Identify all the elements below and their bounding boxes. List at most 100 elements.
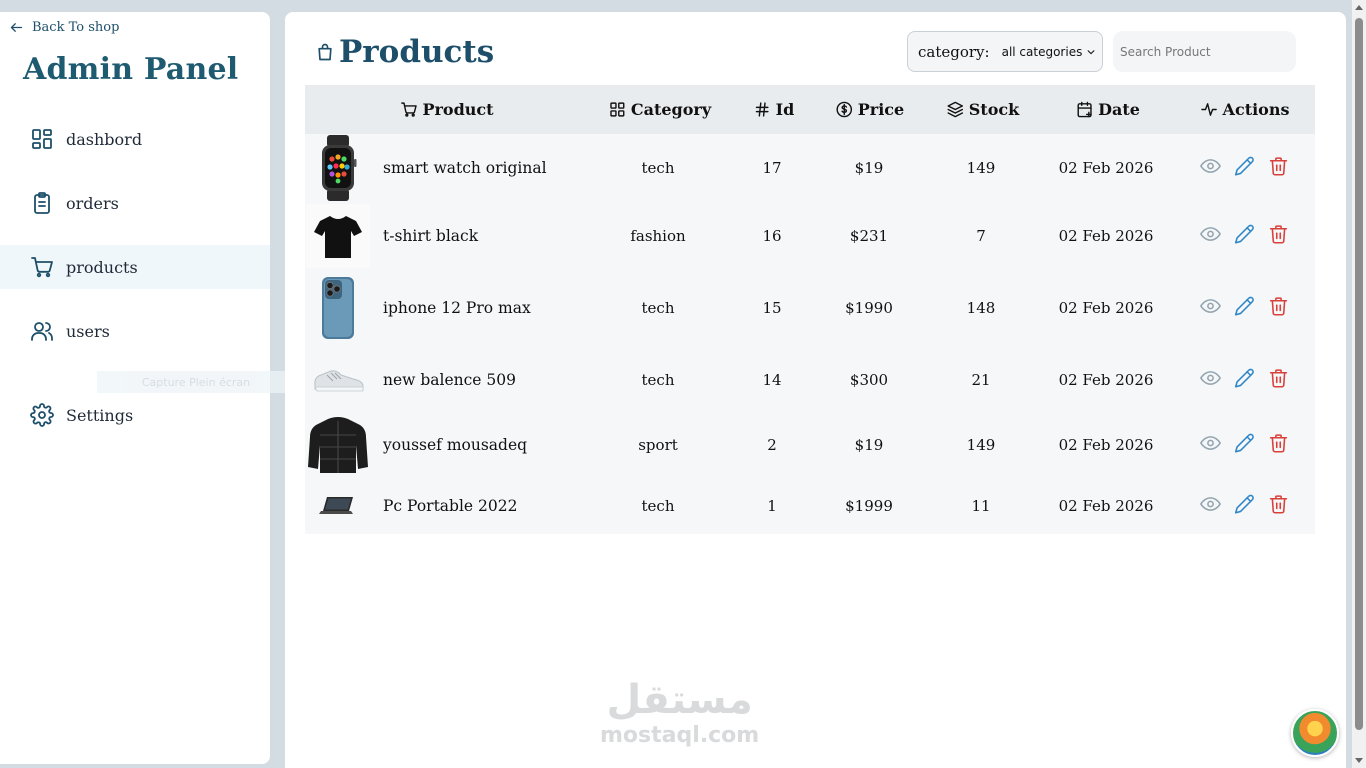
product-name: youssef mousadeq [383, 436, 528, 454]
pencil-icon [1234, 368, 1254, 388]
column-header-price[interactable]: Price [836, 85, 904, 134]
dollar-circle-icon [836, 101, 853, 118]
table-body: smart watch original tech 17 $19 149 02 … [305, 134, 1315, 534]
table-row[interactable]: smart watch original tech 17 $19 149 02 … [305, 134, 1315, 202]
column-header-stock[interactable]: Stock [947, 85, 1019, 134]
product-date: 02 Feb 2026 [1058, 436, 1154, 454]
product-id: 17 [762, 159, 782, 177]
back-to-shop-label: Back To shop [32, 20, 120, 35]
view-button[interactable] [1200, 493, 1221, 518]
sidebar-item-products[interactable]: products [0, 245, 270, 289]
delete-button[interactable] [1268, 156, 1289, 181]
product-stock: 149 [966, 159, 996, 177]
cart-icon [31, 257, 53, 278]
edit-button[interactable] [1234, 223, 1255, 248]
edit-button[interactable] [1234, 156, 1255, 181]
edit-button[interactable] [1234, 295, 1255, 320]
edit-button[interactable] [1234, 433, 1255, 458]
trash-icon [1269, 157, 1288, 176]
back-to-shop-link[interactable]: Back To shop [9, 20, 119, 35]
sidebar-item-orders[interactable]: orders [0, 181, 270, 225]
search-input[interactable] [1113, 31, 1296, 72]
category-select-value: all categories [1001, 44, 1083, 59]
view-button[interactable] [1200, 433, 1221, 458]
table-row[interactable]: t-shirt black fashion 16 $231 7 02 Feb 2… [305, 202, 1315, 269]
watermark-latin: mostaql.com [600, 723, 760, 748]
row-actions [1200, 367, 1289, 392]
scrollbar-thumb[interactable] [1355, 18, 1363, 730]
clipboard-icon [34, 192, 50, 214]
cart-icon [401, 102, 417, 117]
table-row[interactable]: new balence 509 tech 14 $300 21 02 Feb 2… [305, 346, 1315, 413]
calendar-icon [1077, 101, 1092, 118]
trash-icon [1269, 296, 1288, 316]
sidebar-item-settings[interactable]: Settings [0, 393, 270, 437]
column-header-label: Price [857, 100, 905, 119]
row-actions [1200, 493, 1289, 518]
edit-button[interactable] [1234, 367, 1255, 392]
table-row[interactable]: Pc Portable 2022 tech 1 $1999 11 02 Feb … [305, 477, 1315, 534]
view-button[interactable] [1200, 295, 1221, 320]
sidebar: Back To shop Admin Panel dashbord orders… [0, 12, 295, 764]
product-thumbnail-tshirt [306, 203, 370, 268]
product-thumbnail-smartwatch [306, 135, 370, 201]
product-category: tech [641, 496, 675, 515]
page-scrollbar[interactable] [1352, 0, 1366, 768]
category-select[interactable]: all categories [1002, 45, 1097, 59]
product-id: 14 [762, 370, 782, 389]
column-header-date[interactable]: Date [1076, 85, 1140, 134]
table-row[interactable]: youssef mousadeq sport 2 $19 149 02 Feb … [305, 413, 1315, 477]
table-row[interactable]: iphone 12 Pro max tech 15 $1990 148 02 F… [305, 269, 1315, 346]
edit-button[interactable] [1234, 493, 1255, 518]
view-button[interactable] [1200, 156, 1221, 181]
sidebar-title: Admin Panel [23, 52, 239, 87]
delete-button[interactable] [1268, 367, 1289, 392]
product-thumbnail-iphone [306, 276, 370, 340]
delete-button[interactable] [1268, 295, 1289, 320]
eye-icon [1200, 226, 1221, 241]
product-stock: 7 [976, 226, 986, 245]
product-category: tech [641, 159, 675, 177]
scroll-up-arrow-icon[interactable] [1355, 5, 1363, 10]
column-header-label: Category [630, 100, 712, 119]
column-header-product[interactable]: Product [400, 85, 494, 134]
product-price: $19 [854, 436, 884, 454]
product-stock: 149 [966, 436, 996, 454]
pencil-icon [1234, 156, 1254, 176]
pencil-icon [1234, 224, 1254, 244]
column-header-label: Id [775, 100, 795, 119]
column-header-id[interactable]: Id [754, 85, 795, 134]
column-header-category[interactable]: Category [609, 85, 711, 134]
product-price: $1990 [845, 298, 893, 317]
products-table: Product Category Id Price Stock Date Act… [305, 85, 1315, 534]
sidebar-item-users[interactable]: users [0, 309, 270, 353]
eye-icon [1200, 159, 1221, 173]
trash-icon [1269, 434, 1288, 453]
arrow-left-icon [10, 23, 23, 32]
row-actions [1200, 433, 1289, 458]
eye-icon [1200, 370, 1221, 385]
product-name: smart watch original [383, 159, 547, 177]
delete-button[interactable] [1268, 433, 1289, 458]
product-price: $19 [854, 159, 884, 177]
sidebar-item-label: orders [66, 193, 119, 213]
sidebar-item-label: products [66, 257, 138, 277]
screenshot-tooltip-ghost: Capture Plein écran [97, 371, 295, 393]
product-date: 02 Feb 2026 [1058, 226, 1154, 245]
floating-app-badge[interactable] [1291, 709, 1339, 757]
product-price: $300 [849, 370, 889, 389]
product-id: 15 [762, 298, 782, 317]
scroll-down-arrow-icon[interactable] [1355, 758, 1363, 763]
product-date: 02 Feb 2026 [1058, 370, 1154, 389]
sidebar-item-dashboard[interactable]: dashbord [0, 117, 270, 161]
view-button[interactable] [1200, 367, 1221, 392]
view-button[interactable] [1200, 223, 1221, 248]
product-name: Pc Portable 2022 [383, 496, 518, 515]
product-price: $231 [849, 226, 889, 245]
product-thumbnail-laptop [306, 495, 370, 517]
product-category: sport [638, 436, 678, 454]
delete-button[interactable] [1268, 223, 1289, 248]
delete-button[interactable] [1268, 493, 1289, 518]
column-header-label: Actions [1222, 100, 1290, 119]
product-name: iphone 12 Pro max [383, 298, 531, 317]
